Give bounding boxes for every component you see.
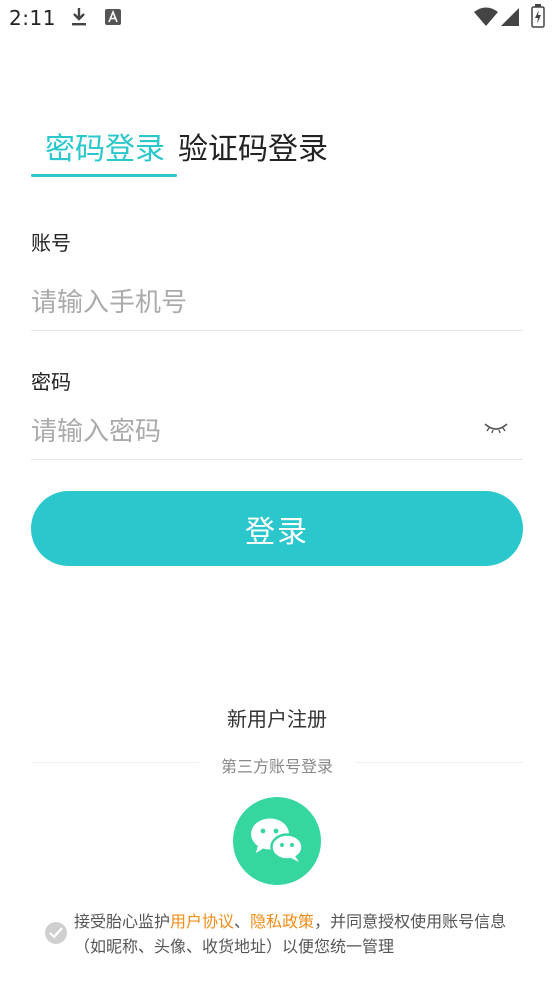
battery-icon: [531, 4, 545, 32]
account-label: 账号: [31, 231, 71, 255]
login-tabs: 密码登录 验证码登录: [31, 120, 511, 180]
user-agreement-link[interactable]: 用户协议: [170, 912, 234, 931]
download-icon: [70, 6, 88, 32]
tab-active-indicator: [31, 174, 177, 177]
third-party-divider: 第三方账号登录: [31, 751, 523, 776]
check-icon: [49, 927, 63, 939]
privacy-policy-link[interactable]: 隐私政策: [250, 912, 314, 931]
agreement-prefix: 接受胎心监护: [74, 912, 171, 931]
wechat-icon: [251, 818, 304, 862]
tab-password-login[interactable]: 密码登录: [45, 124, 165, 168]
account-input[interactable]: [31, 275, 523, 330]
wifi-icon: [474, 7, 498, 31]
agreement-separator: 、: [234, 912, 251, 931]
wechat-login-button[interactable]: [233, 797, 321, 885]
login-button[interactable]: 登录: [31, 491, 523, 566]
account-field: [31, 275, 523, 331]
eye-closed-icon[interactable]: [483, 418, 509, 438]
status-bar: 2:11: [0, 0, 554, 34]
agreement-text: 接受胎心监护用户协议、隐私政策，并同意授权使用账号信息（如昵称、头像、收货地址）…: [74, 909, 514, 959]
password-input[interactable]: [31, 404, 523, 459]
signal-icon: [500, 7, 520, 31]
password-field: [31, 404, 523, 460]
login-screen: 2:11 密码登录 验证码登录 账号 请输入手机号 密码 登录 新用户注册 第三…: [0, 0, 554, 982]
tab-code-login[interactable]: 验证码登录: [178, 124, 328, 168]
agreement-checkbox[interactable]: [45, 922, 67, 944]
register-link[interactable]: 新用户注册: [0, 703, 554, 732]
a-icon: [104, 8, 122, 30]
third-party-title: 第三方账号登录: [220, 757, 333, 776]
status-time: 2:11: [9, 6, 56, 30]
divider-line-right: [355, 762, 523, 763]
password-label: 密码: [31, 370, 71, 394]
